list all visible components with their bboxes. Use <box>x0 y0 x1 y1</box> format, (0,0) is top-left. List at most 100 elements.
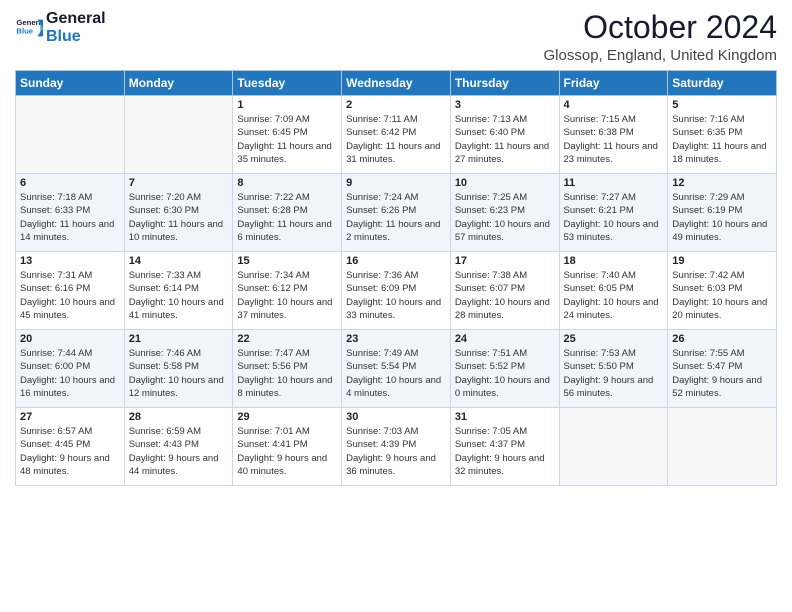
table-row: 11Sunrise: 7:27 AM Sunset: 6:21 PM Dayli… <box>559 174 668 252</box>
day-content: Sunrise: 7:03 AM Sunset: 4:39 PM Dayligh… <box>346 425 446 478</box>
table-row: 10 Sunrise: 7:25 AM Sunset: 6:23 PM Dayli… <box>450 174 559 252</box>
day-content: Sunrise: 7:29 AM Sunset: 6:19 PM Dayligh… <box>672 191 772 244</box>
col-monday: Monday <box>124 71 233 96</box>
day-content: Sunrise: 6:59 AM Sunset: 4:43 PM Dayligh… <box>129 425 229 478</box>
col-thursday: Thursday <box>450 71 559 96</box>
day-content: Sunrise: 7:13 AM Sunset: 6:40 PM Dayligh… <box>455 113 555 166</box>
day-content: Sunrise: 7:24 AM Sunset: 6:26 PM Dayligh… <box>346 191 446 244</box>
day-number: 19 <box>672 255 772 267</box>
table-row <box>16 96 125 174</box>
day-content: Sunrise: 7:47 AM Sunset: 5:56 PM Dayligh… <box>237 347 337 400</box>
location-text: Glossop, England, United Kingdom <box>544 47 777 64</box>
day-content: Sunrise: 7:55 AM Sunset: 5:47 PM Dayligh… <box>672 347 772 400</box>
day-content: Sunrise: 7:27 AM Sunset: 6:21 PM Dayligh… <box>564 191 664 244</box>
day-number: 2 <box>346 99 446 111</box>
table-row <box>668 408 777 486</box>
day-number: 9 <box>346 177 446 189</box>
day-content: Sunrise: 6:57 AM Sunset: 4:45 PM Dayligh… <box>20 425 120 478</box>
day-number: 30 <box>346 411 446 423</box>
day-number: 22 <box>237 333 337 345</box>
day-number: 7 <box>129 177 229 189</box>
day-content: Sunrise: 7:09 AM Sunset: 6:45 PM Dayligh… <box>237 113 337 166</box>
day-content: Sunrise: 7:53 AM Sunset: 5:50 PM Dayligh… <box>564 347 664 400</box>
calendar-week-row: 13 Sunrise: 7:31 AM Sunset: 6:16 PM Dayli… <box>16 252 777 330</box>
table-row: 26 Sunrise: 7:55 AM Sunset: 5:47 PM Dayli… <box>668 330 777 408</box>
table-row: 12 Sunrise: 7:29 AM Sunset: 6:19 PM Dayli… <box>668 174 777 252</box>
day-number: 20 <box>20 333 120 345</box>
table-row: 27 Sunrise: 6:57 AM Sunset: 4:45 PM Dayli… <box>16 408 125 486</box>
calendar-week-row: 27 Sunrise: 6:57 AM Sunset: 4:45 PM Dayli… <box>16 408 777 486</box>
day-number: 3 <box>455 99 555 111</box>
calendar-header-row: Sunday Monday Tuesday Wednesday Thursday… <box>16 71 777 96</box>
day-content: Sunrise: 7:18 AM Sunset: 6:33 PM Dayligh… <box>20 191 120 244</box>
table-row: 8 Sunrise: 7:22 AM Sunset: 6:28 PM Daylig… <box>233 174 342 252</box>
table-row: 18 Sunrise: 7:40 AM Sunset: 6:05 PM Dayli… <box>559 252 668 330</box>
table-row: 6Sunrise: 7:18 AM Sunset: 6:33 PM Daylig… <box>16 174 125 252</box>
day-number: 21 <box>129 333 229 345</box>
day-content: Sunrise: 7:31 AM Sunset: 6:16 PM Dayligh… <box>20 269 120 322</box>
table-row: 7Sunrise: 7:20 AM Sunset: 6:30 PM Daylig… <box>124 174 233 252</box>
month-year-title: October 2024 <box>544 10 777 45</box>
table-row: 4 Sunrise: 7:15 AM Sunset: 6:38 PM Daylig… <box>559 96 668 174</box>
day-number: 24 <box>455 333 555 345</box>
col-sunday: Sunday <box>16 71 125 96</box>
day-number: 17 <box>455 255 555 267</box>
table-row: 19Sunrise: 7:42 AM Sunset: 6:03 PM Dayli… <box>668 252 777 330</box>
table-row: 15 Sunrise: 7:34 AM Sunset: 6:12 PM Dayli… <box>233 252 342 330</box>
logo-icon: General Blue <box>15 14 43 42</box>
day-content: Sunrise: 7:33 AM Sunset: 6:14 PM Dayligh… <box>129 269 229 322</box>
table-row: 23 Sunrise: 7:49 AM Sunset: 5:54 PM Dayli… <box>342 330 451 408</box>
col-saturday: Saturday <box>668 71 777 96</box>
table-row: 3 Sunrise: 7:13 AM Sunset: 6:40 PM Daylig… <box>450 96 559 174</box>
day-number: 25 <box>564 333 664 345</box>
table-row: 17 Sunrise: 7:38 AM Sunset: 6:07 PM Dayli… <box>450 252 559 330</box>
day-content: Sunrise: 7:49 AM Sunset: 5:54 PM Dayligh… <box>346 347 446 400</box>
calendar-week-row: 1 Sunrise: 7:09 AM Sunset: 6:45 PM Daylig… <box>16 96 777 174</box>
day-content: Sunrise: 7:40 AM Sunset: 6:05 PM Dayligh… <box>564 269 664 322</box>
day-content: Sunrise: 7:15 AM Sunset: 6:38 PM Dayligh… <box>564 113 664 166</box>
day-content: Sunrise: 7:46 AM Sunset: 5:58 PM Dayligh… <box>129 347 229 400</box>
logo-blue-text: Blue <box>46 28 106 46</box>
day-number: 8 <box>237 177 337 189</box>
day-content: Sunrise: 7:25 AM Sunset: 6:23 PM Dayligh… <box>455 191 555 244</box>
table-row <box>559 408 668 486</box>
day-number: 18 <box>564 255 664 267</box>
table-row: 31 Sunrise: 7:05 AM Sunset: 4:37 PM Dayli… <box>450 408 559 486</box>
day-number: 13 <box>20 255 120 267</box>
calendar-week-row: 6Sunrise: 7:18 AM Sunset: 6:33 PM Daylig… <box>16 174 777 252</box>
day-number: 29 <box>237 411 337 423</box>
day-content: Sunrise: 7:22 AM Sunset: 6:28 PM Dayligh… <box>237 191 337 244</box>
day-content: Sunrise: 7:51 AM Sunset: 5:52 PM Dayligh… <box>455 347 555 400</box>
day-number: 1 <box>237 99 337 111</box>
table-row: 13 Sunrise: 7:31 AM Sunset: 6:16 PM Dayli… <box>16 252 125 330</box>
day-number: 23 <box>346 333 446 345</box>
logo: General Blue General Blue <box>15 10 106 45</box>
table-row <box>124 96 233 174</box>
day-number: 4 <box>564 99 664 111</box>
svg-text:General: General <box>16 18 43 27</box>
table-row: 20Sunrise: 7:44 AM Sunset: 6:00 PM Dayli… <box>16 330 125 408</box>
table-row: 5Sunrise: 7:16 AM Sunset: 6:35 PM Daylig… <box>668 96 777 174</box>
calendar-table: Sunday Monday Tuesday Wednesday Thursday… <box>15 70 777 486</box>
day-content: Sunrise: 7:01 AM Sunset: 4:41 PM Dayligh… <box>237 425 337 478</box>
day-number: 10 <box>455 177 555 189</box>
table-row: 29 Sunrise: 7:01 AM Sunset: 4:41 PM Dayli… <box>233 408 342 486</box>
day-number: 12 <box>672 177 772 189</box>
table-row: 16 Sunrise: 7:36 AM Sunset: 6:09 PM Dayli… <box>342 252 451 330</box>
day-content: Sunrise: 7:36 AM Sunset: 6:09 PM Dayligh… <box>346 269 446 322</box>
col-tuesday: Tuesday <box>233 71 342 96</box>
day-number: 15 <box>237 255 337 267</box>
day-content: Sunrise: 7:38 AM Sunset: 6:07 PM Dayligh… <box>455 269 555 322</box>
day-number: 16 <box>346 255 446 267</box>
col-wednesday: Wednesday <box>342 71 451 96</box>
day-content: Sunrise: 7:05 AM Sunset: 4:37 PM Dayligh… <box>455 425 555 478</box>
day-number: 27 <box>20 411 120 423</box>
table-row: 24 Sunrise: 7:51 AM Sunset: 5:52 PM Dayli… <box>450 330 559 408</box>
day-number: 14 <box>129 255 229 267</box>
col-friday: Friday <box>559 71 668 96</box>
title-block: October 2024 Glossop, England, United Ki… <box>544 10 777 64</box>
day-number: 31 <box>455 411 555 423</box>
day-number: 26 <box>672 333 772 345</box>
table-row: 2Sunrise: 7:11 AM Sunset: 6:42 PM Daylig… <box>342 96 451 174</box>
day-content: Sunrise: 7:34 AM Sunset: 6:12 PM Dayligh… <box>237 269 337 322</box>
